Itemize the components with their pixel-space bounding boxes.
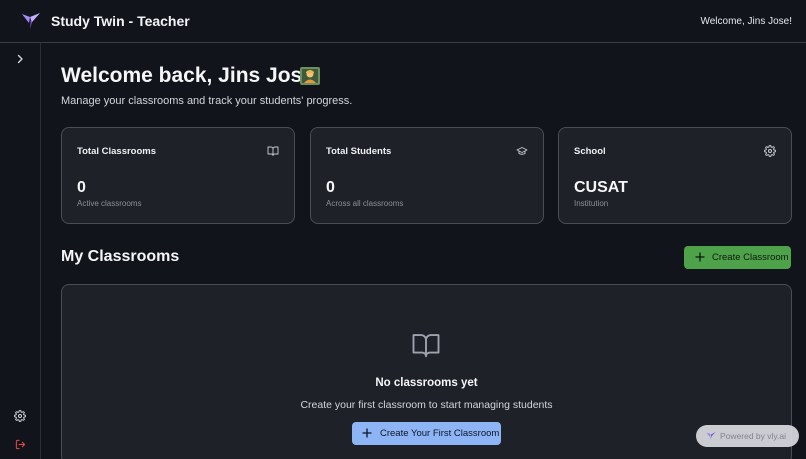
stat-value: CUSAT xyxy=(574,179,628,196)
stat-subtext: Across all classrooms xyxy=(326,199,404,208)
stat-card-total-classrooms: Total Classrooms 0 Active classrooms xyxy=(61,127,295,224)
stat-value: 0 xyxy=(326,179,335,196)
app-title: Study Twin - Teacher xyxy=(51,13,190,29)
create-classroom-label: Create Classroom xyxy=(712,252,789,263)
stat-label: Total Classrooms xyxy=(77,146,157,157)
plus-icon xyxy=(695,252,705,262)
stat-label: School xyxy=(574,146,606,157)
welcome-user-text: Welcome, Jins Jose! xyxy=(700,16,792,27)
page-subtitle: Manage your classrooms and track your st… xyxy=(61,95,353,107)
create-first-classroom-label: Create Your First Classroom xyxy=(380,428,500,439)
logo-icon[interactable] xyxy=(21,12,41,30)
logout-icon xyxy=(15,439,25,449)
gear-icon xyxy=(764,145,776,157)
expand-sidebar-button[interactable] xyxy=(14,53,26,65)
stat-subtext: Institution xyxy=(574,199,609,208)
stat-card-total-students: Total Students 0 Across all classrooms xyxy=(310,127,544,224)
stat-subtext: Active classrooms xyxy=(77,199,142,208)
powered-by-text: Powered by vly.ai xyxy=(720,431,786,441)
stat-card-school: School CUSAT Institution xyxy=(558,127,792,224)
my-classrooms-heading: My Classrooms xyxy=(61,248,180,265)
teacher-emoji-icon xyxy=(300,67,320,85)
settings-button[interactable] xyxy=(14,410,26,422)
page-title: Welcome back, Jins Jose! xyxy=(61,64,321,87)
book-icon xyxy=(267,146,279,156)
stat-value: 0 xyxy=(77,179,86,196)
create-first-classroom-button[interactable]: Create Your First Classroom xyxy=(352,422,501,445)
main-content: Welcome back, Jins Jose! Manage your cla… xyxy=(41,43,806,459)
empty-state-title: No classrooms yet xyxy=(375,377,478,389)
plus-icon xyxy=(362,428,372,438)
graduation-cap-icon xyxy=(516,147,528,155)
empty-classrooms-panel: No classrooms yet Create your first clas… xyxy=(61,284,792,459)
create-classroom-button[interactable]: Create Classroom xyxy=(684,246,791,269)
gear-icon xyxy=(14,410,26,422)
logout-button[interactable] xyxy=(14,438,26,450)
chevron-right-icon xyxy=(17,54,23,64)
top-header: Study Twin - Teacher Welcome, Jins Jose! xyxy=(0,0,806,43)
powered-by-badge[interactable]: Powered by vly.ai xyxy=(696,425,799,447)
sidebar xyxy=(0,43,41,459)
stat-label: Total Students xyxy=(326,146,392,157)
empty-state-description: Create your first classroom to start man… xyxy=(300,399,553,411)
vly-logo-icon xyxy=(706,432,716,440)
open-book-icon xyxy=(412,334,440,358)
